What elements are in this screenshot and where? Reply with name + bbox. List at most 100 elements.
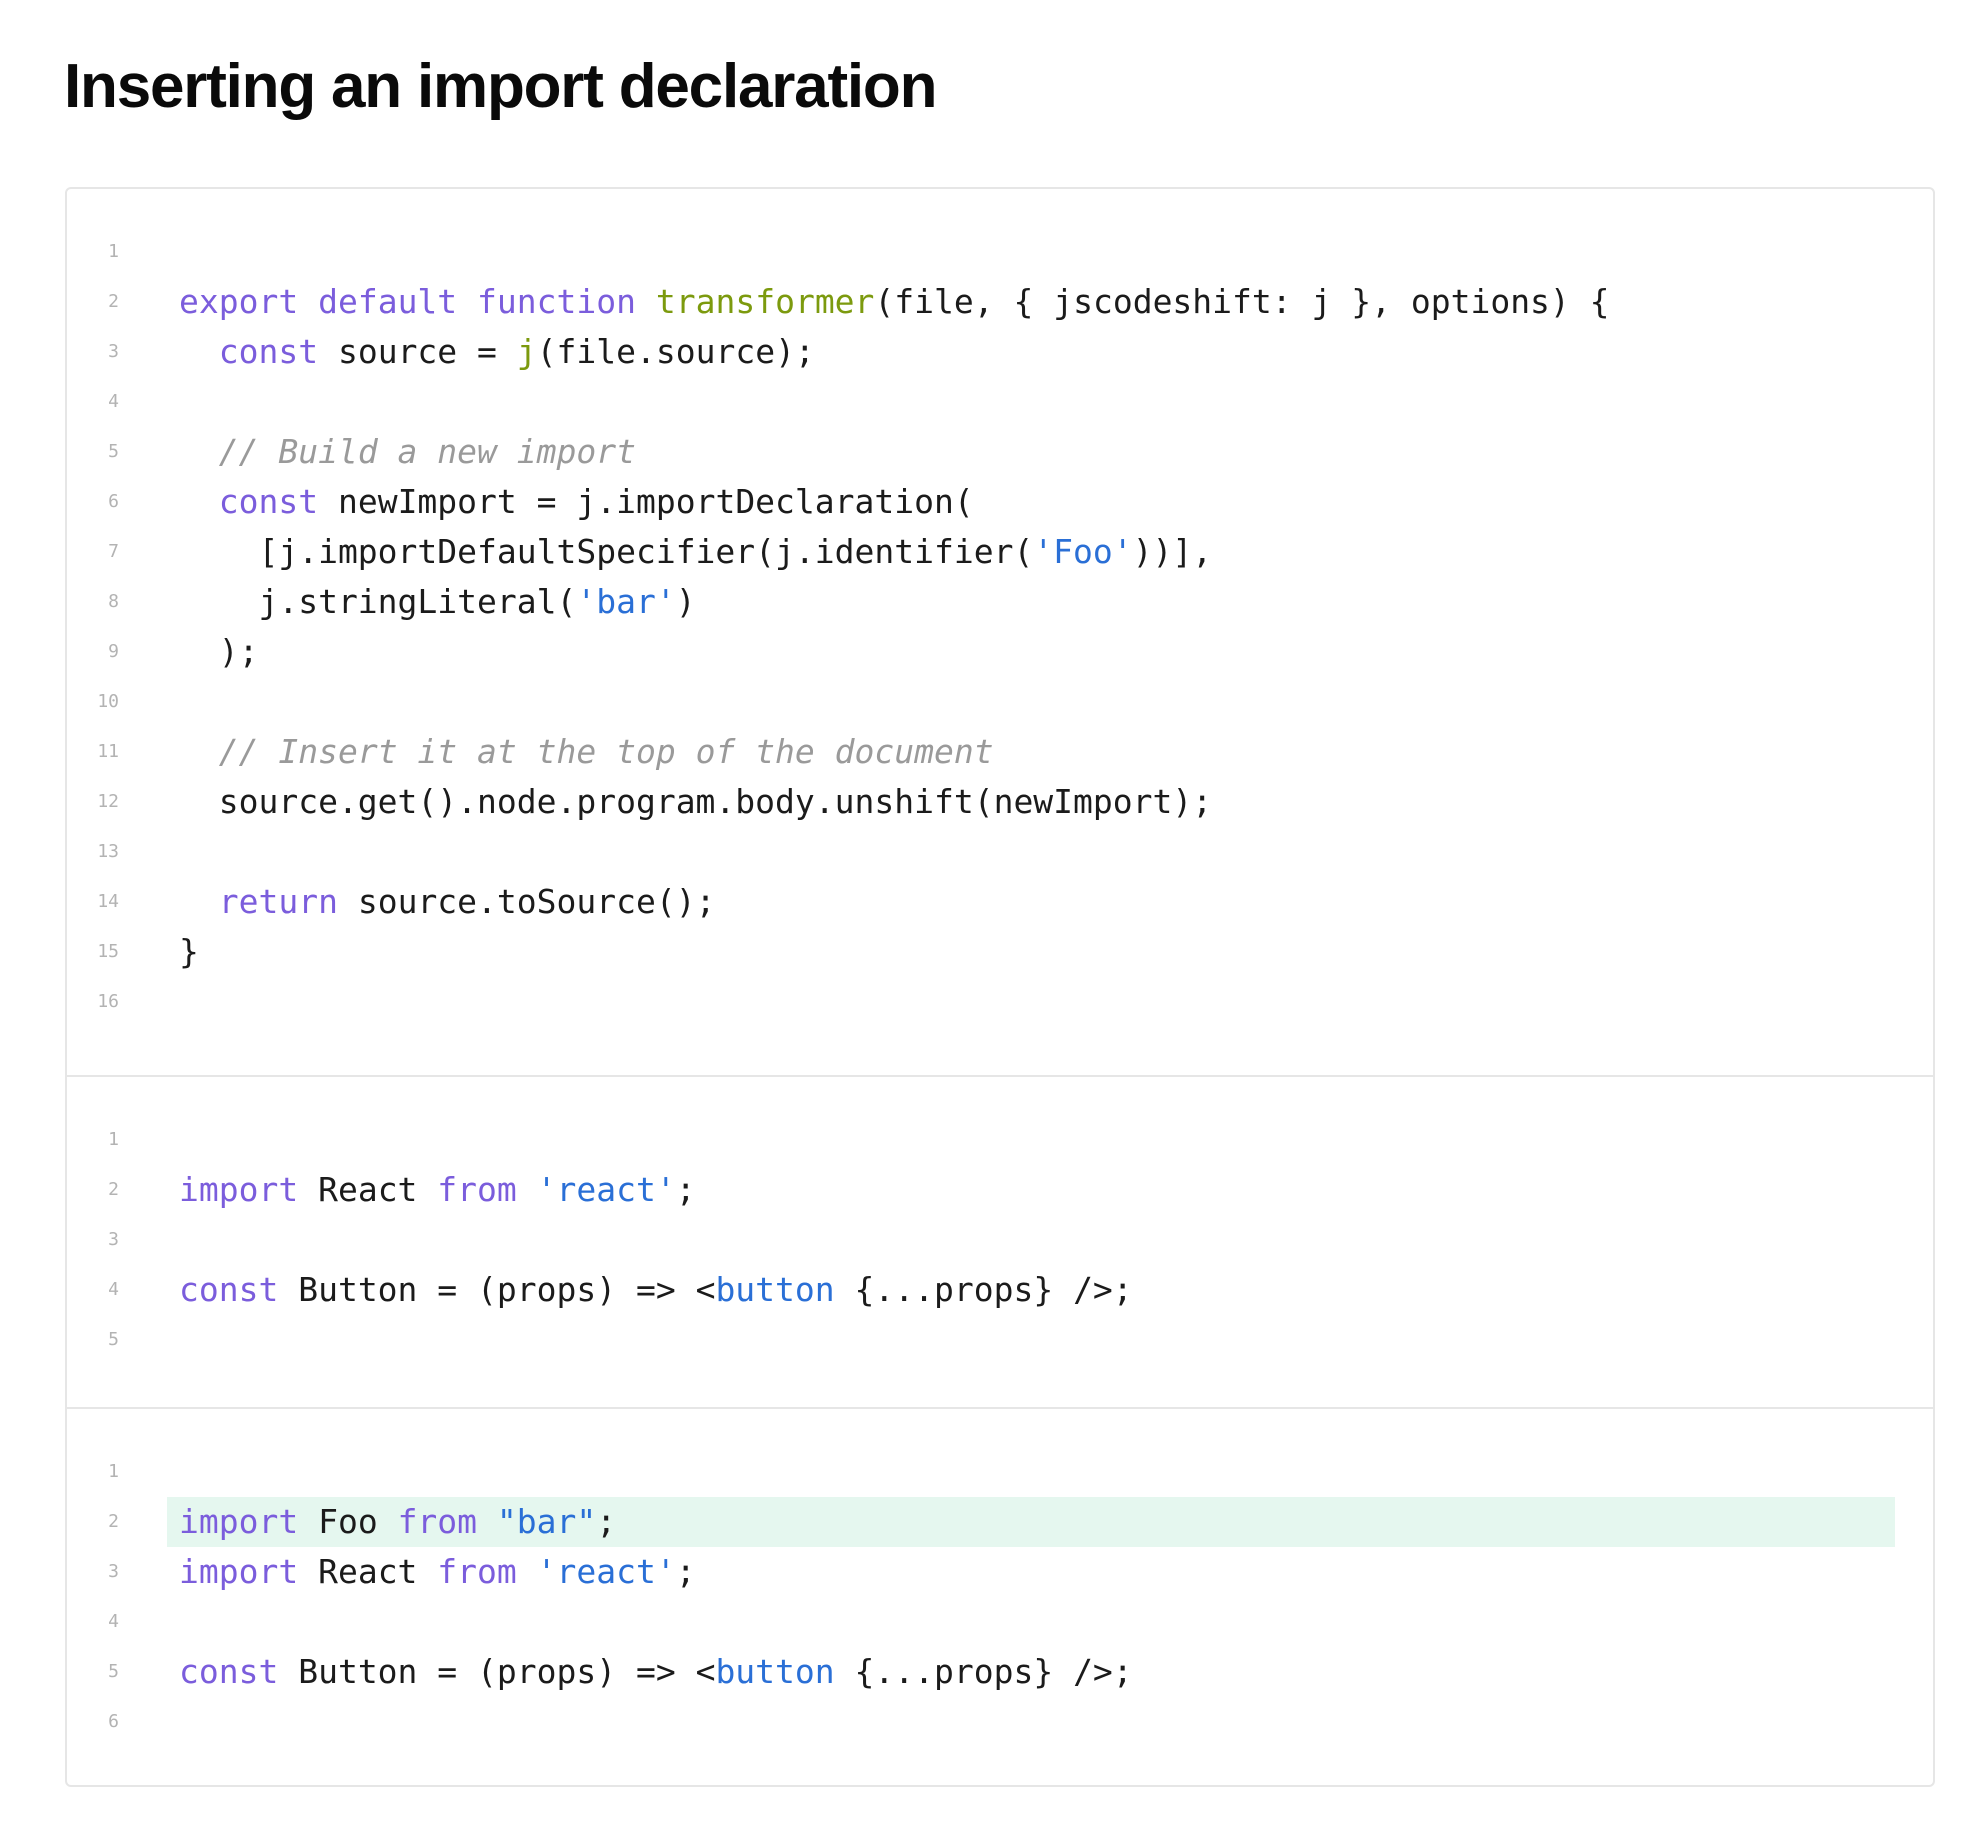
line-code: const Button = (props) => <button {...pr… [179,1265,1133,1315]
code-line: 15} [67,927,1895,977]
line-number: 7 [108,541,119,562]
code-line: 4 [67,1597,1895,1647]
code-token-plain: {...props} />; [834,1652,1133,1691]
line-number: 9 [108,641,119,662]
code-line: 2 export default function transformer(fil… [67,277,1895,327]
code-line: 7 [j.importDefaultSpecifier(j.identifier… [67,527,1895,577]
code-line-highlighted: 2 import Foo from "bar"; [108,1497,1895,1547]
code-token-keyword: import [179,1170,299,1209]
code-token-string: 'react' [536,1552,676,1591]
code-line: 4 [67,377,1895,427]
input-code-panel[interactable]: 1 2 import React from 'react'; 3 4 const Butt… [67,1075,1933,1407]
code-line: 16 [67,977,1895,1027]
line-number: 13 [97,841,119,862]
code-token-keyword: from [397,1502,478,1541]
code-line: 8 j.stringLiteral('bar') [67,577,1895,627]
line-number: 1 [108,1129,119,1150]
code-token-function: j [516,332,537,371]
code-token-plain: {...props} />; [834,1270,1133,1309]
code-line: 4 const Button = (props) => <button {...p… [67,1265,1895,1315]
code-line: 1 [67,227,1895,277]
line-number: 12 [97,791,119,812]
code-token-plain: ; [675,1170,696,1209]
code-line: 11 // Insert it at the top of the docume… [67,727,1895,777]
code-line: 5 // Build a new import [67,427,1895,477]
line-code: } [179,927,199,977]
code-token-plain: } [179,932,199,971]
code-token-string: 'bar' [576,582,676,621]
line-number: 6 [108,491,119,512]
code-line: 3 import React from 'react'; [67,1547,1895,1597]
code-line: 6 [67,1697,1895,1747]
code-line: 6 const newImport = j.importDeclaration( [67,477,1895,527]
code-line: 1 [67,1115,1895,1165]
code-line: 13 [67,827,1895,877]
line-code: return source.toSource(); [179,877,716,927]
code-token-function: transformer [655,282,875,321]
page-title: Inserting an import declaration [64,52,937,121]
code-token-keyword: function [477,282,636,321]
code-token-keyword: const [218,482,319,521]
line-code: const source = j(file.source); [179,327,815,377]
line-number: 5 [108,1661,119,1682]
code-token-keyword: const [179,1652,279,1691]
code-token-plain: [j.importDefaultSpecifier(j.identifier( [179,532,1034,571]
code-example: 1 2 export default function transformer(fi… [65,187,1935,1787]
code-token-plain: (file, { jscodeshift: j }, options) { [874,282,1610,321]
code-token-plain: ; [596,1502,617,1541]
line-code: ); [179,627,259,677]
code-line: 5 [67,1315,1895,1365]
code-token-plain: ); [179,632,259,671]
line-number: 6 [108,1711,119,1732]
code-token-plain: j.stringLiteral( [179,582,577,621]
line-number: 4 [108,1279,119,1300]
code-line: 9 ); [67,627,1895,677]
line-number: 10 [97,691,119,712]
line-number: 15 [97,941,119,962]
line-number: 8 [108,591,119,612]
code-token-plain: Button = (props) => < [278,1652,716,1691]
transformer-code-panel[interactable]: 1 2 export default function transformer(fi… [67,189,1933,1077]
code-token-keyword: const [179,1270,279,1309]
code-token-keyword: export [179,282,299,321]
code-line: 12 source.get().node.program.body.unshif… [67,777,1895,827]
code-token-plain: ) [675,582,696,621]
code-token-keyword: import [179,1502,299,1541]
line-code: import Foo from "bar"; [179,1497,616,1547]
code-line: 5 const Button = (props) => <button {...p… [67,1647,1895,1697]
code-line: 14 return source.toSource(); [67,877,1895,927]
line-code: import React from 'react'; [179,1165,696,1215]
code-token-plain: newImport = j.importDeclaration( [318,482,974,521]
code-token-keyword: from [437,1170,517,1209]
line-number: 5 [108,441,119,462]
line-number: 1 [108,241,119,262]
code-token-comment: // Build a new import [218,432,636,471]
code-token-comment: // Insert it at the top of the document [218,732,994,771]
code-token-plain: source = [318,332,517,371]
code-token-plain: ))], [1132,532,1213,571]
line-number: 2 [108,1179,119,1200]
code-token-tag: button [715,1270,835,1309]
code-line: 10 [67,677,1895,727]
code-line: 3 [67,1215,1895,1265]
code-token-keyword: import [179,1552,299,1591]
code-token-keyword: default [318,282,458,321]
line-number: 3 [108,341,119,362]
code-token-plain: React [298,1552,438,1591]
code-line: 2 import React from 'react'; [67,1165,1895,1215]
line-code: // Build a new import [179,427,636,477]
line-number: 11 [97,741,119,762]
line-number: 16 [97,991,119,1012]
line-code: export default function transformer(file… [179,277,1610,327]
code-line: 3 const source = j(file.source); [67,327,1895,377]
output-code-panel[interactable]: 1 2 import Foo from "bar"; 3 import React fr… [67,1407,1933,1785]
code-token-plain: React [298,1170,438,1209]
